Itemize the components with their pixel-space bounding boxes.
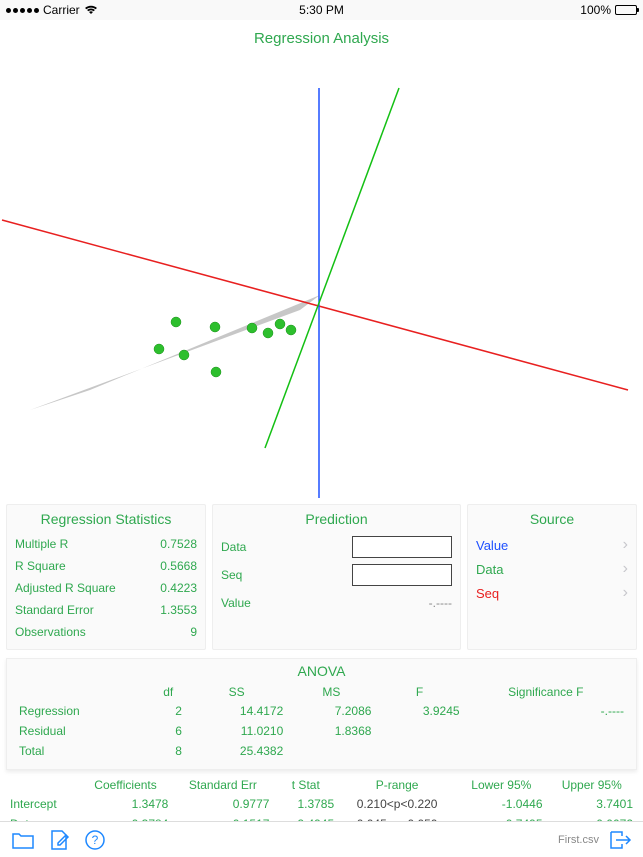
- stat-label: Multiple R: [15, 537, 68, 551]
- coef-header: P-range: [338, 776, 456, 794]
- anova-row: Regression214.41727.20863.9245-.----: [15, 701, 628, 721]
- coef-header: Standard Err: [172, 776, 273, 794]
- stat-label: R Square: [15, 559, 66, 573]
- anova-header: [15, 683, 150, 701]
- data-axis-line: [265, 88, 399, 448]
- source-label: Data: [476, 562, 623, 577]
- anova-header: F: [375, 683, 463, 701]
- signal-dots-icon: [6, 8, 39, 13]
- open-folder-button[interactable]: [10, 827, 36, 853]
- pred-data-input[interactable]: [352, 536, 452, 558]
- chart-svg: [0, 20, 643, 500]
- stat-label: Standard Error: [15, 603, 94, 617]
- battery-icon: [615, 5, 637, 15]
- seq-axis-line: [2, 220, 628, 390]
- stat-row: R Square 0.5668: [15, 555, 197, 577]
- stats-title: Regression Statistics: [15, 511, 197, 527]
- source-title: Source: [476, 511, 628, 527]
- coef-header: [6, 776, 79, 794]
- pred-seq-label: Seq: [221, 568, 281, 582]
- coef-header: Coefficients: [79, 776, 173, 794]
- edit-file-button[interactable]: [46, 827, 72, 853]
- coef-header: Upper 95%: [547, 776, 638, 794]
- stat-row: Standard Error 1.3553: [15, 599, 197, 621]
- stat-row: Adjusted R Square 0.4223: [15, 577, 197, 599]
- anova-header: df: [150, 683, 186, 701]
- filename-label: First.csv: [558, 834, 599, 846]
- anova-header: SS: [186, 683, 287, 701]
- stat-value: 9: [190, 625, 197, 639]
- help-button[interactable]: ?: [82, 827, 108, 853]
- wifi-icon: [84, 5, 98, 15]
- bottom-toolbar: ? First.csv: [0, 821, 643, 857]
- stat-value: 0.7528: [160, 537, 197, 551]
- regression-stats-panel: Regression Statistics Multiple R 0.7528 R …: [6, 504, 206, 650]
- coef-row: Intercept1.34780.97771.37850.210<p<0.220…: [6, 794, 637, 814]
- data-points: [154, 317, 296, 377]
- source-panel: Source Value›Data›Seq›: [467, 504, 637, 650]
- carrier-label: Carrier: [43, 3, 80, 17]
- clock-label: 5:30 PM: [299, 3, 344, 17]
- coef-header: t Stat: [273, 776, 338, 794]
- stat-label: Adjusted R Square: [15, 581, 116, 595]
- source-label: Seq: [476, 586, 623, 601]
- chart-title: Regression Analysis: [254, 30, 389, 47]
- anova-row: Total825.4382: [15, 741, 628, 761]
- stat-label: Observations: [15, 625, 86, 639]
- status-bar: Carrier 5:30 PM 100%: [0, 0, 643, 20]
- svg-text:?: ?: [92, 833, 99, 847]
- battery-pct-label: 100%: [580, 3, 611, 17]
- pred-value-label: Value: [221, 596, 281, 610]
- anova-table: dfSSMSFSignificance F Regression214.4172…: [15, 683, 628, 761]
- source-row-data[interactable]: Data›: [476, 557, 628, 581]
- stat-value: 0.4223: [160, 581, 197, 595]
- prediction-title: Prediction: [221, 511, 452, 527]
- chevron-right-icon: ›: [623, 584, 628, 602]
- export-button[interactable]: [607, 827, 633, 853]
- anova-header: Significance F: [464, 683, 628, 701]
- chevron-right-icon: ›: [623, 560, 628, 578]
- pred-seq-input[interactable]: [352, 564, 452, 586]
- chevron-right-icon: ›: [623, 536, 628, 554]
- stat-row: Multiple R 0.7528: [15, 533, 197, 555]
- anova-header: MS: [287, 683, 375, 701]
- source-label: Value: [476, 538, 623, 553]
- anova-row: Residual611.02101.8368: [15, 721, 628, 741]
- source-row-seq[interactable]: Seq›: [476, 581, 628, 605]
- regression-chart[interactable]: Regression Analysis: [0, 20, 643, 500]
- source-row-value[interactable]: Value›: [476, 533, 628, 557]
- stat-value: 0.5668: [160, 559, 197, 573]
- stat-value: 1.3553: [160, 603, 197, 617]
- stat-row: Observations 9: [15, 621, 197, 643]
- pred-data-label: Data: [221, 540, 281, 554]
- anova-panel: ANOVA dfSSMSFSignificance F Regression21…: [6, 658, 637, 770]
- coef-header: Lower 95%: [456, 776, 546, 794]
- prediction-panel: Prediction Data Seq Value -.----: [212, 504, 461, 650]
- pred-value-result: -.----: [429, 596, 452, 610]
- anova-title: ANOVA: [15, 663, 628, 679]
